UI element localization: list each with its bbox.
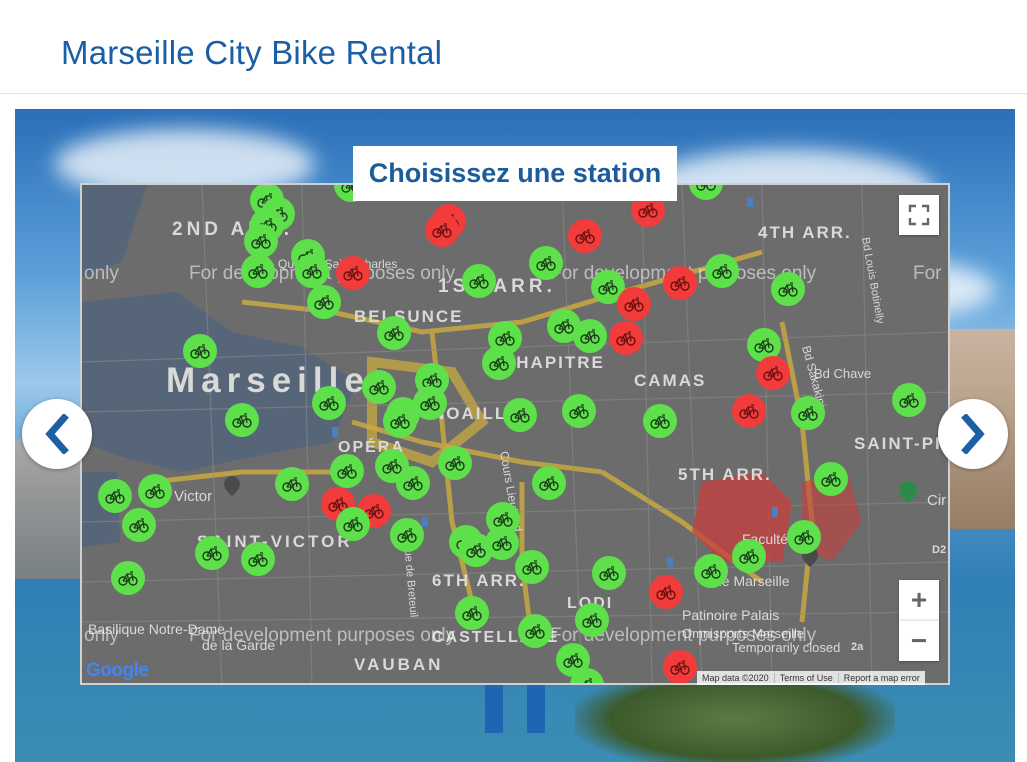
station-marker-available[interactable] [244,224,278,258]
transit-marker-icon [422,517,428,527]
station-marker-available[interactable] [122,508,156,542]
station-marker-unavailable[interactable] [732,394,766,428]
label-district-1: 1ST ARR. [438,276,556,297]
station-marker-available[interactable] [575,603,609,637]
zoom-out-button[interactable]: − [899,620,939,661]
station-marker-available[interactable] [732,539,766,573]
station-marker-available[interactable] [183,334,217,368]
station-marker-unavailable[interactable] [663,650,697,684]
carousel-prev-button[interactable] [22,399,92,469]
station-marker-available[interactable] [485,526,519,560]
station-marker-unavailable[interactable] [756,356,790,390]
station-marker-unavailable[interactable] [663,266,697,300]
station-marker-available[interactable] [532,466,566,500]
map-canvas[interactable]: 2ND ARR. 1ST ARR. 4TH ARR. 5TH ARR. 6TH … [82,185,950,685]
station-marker-available[interactable] [771,272,805,306]
station-marker-available[interactable] [377,316,411,350]
station-marker-available[interactable] [295,254,329,288]
label-chapitre: CHAPITRE [502,353,605,372]
watermark-fragment: only [84,263,119,284]
station-marker-available[interactable] [694,554,728,588]
label-belsunce: BELSUNCE [354,307,464,326]
station-marker-available[interactable] [241,254,275,288]
station-marker-available[interactable] [438,446,472,480]
pause-icon[interactable] [485,677,545,733]
transit-marker-icon [747,197,753,207]
label-district-5: 5TH ARR. [678,465,772,484]
station-marker-available[interactable] [455,596,489,630]
attribution-map-data: Map data ©2020 [702,673,769,683]
fullscreen-icon [908,204,930,226]
carousel-next-button[interactable] [938,399,1008,469]
station-marker-available[interactable] [814,462,848,496]
station-marker-available[interactable] [111,561,145,595]
station-marker-available[interactable] [562,394,596,428]
chevron-left-icon [45,414,69,454]
app-header: Marseille City Bike Rental [0,0,1027,94]
station-marker-available[interactable] [312,386,346,420]
station-marker-available[interactable] [705,254,739,288]
station-marker-unavailable[interactable] [336,256,370,290]
attribution-report-link[interactable]: Report a map error [837,673,925,683]
station-marker-available[interactable] [791,396,825,430]
label-district-6: 6TH ARR. [432,571,526,590]
station-marker-available[interactable] [573,319,607,353]
google-logo: Google [86,660,149,682]
station-marker-available[interactable] [241,542,275,576]
watermark-fragment: For [913,263,942,284]
page-title: Marseille City Bike Rental [61,34,443,71]
station-marker-available[interactable] [643,404,677,438]
station-marker-unavailable[interactable] [568,219,602,253]
station-marker-available[interactable] [892,383,926,417]
label-camas: CAMAS [634,371,706,390]
station-marker-available[interactable] [482,346,516,380]
station-marker-available[interactable] [330,454,364,488]
watermark: For development purposes only [189,625,456,646]
label-r2a: 2a [851,641,864,653]
station-marker-available[interactable] [518,614,552,648]
station-marker-available[interactable] [515,550,549,584]
label-victor: Victor [174,488,212,505]
station-marker-available[interactable] [98,479,132,513]
station-marker-unavailable[interactable] [649,575,683,609]
transit-marker-icon [772,507,778,517]
station-marker-unavailable[interactable] [609,321,643,355]
station-marker-available[interactable] [503,398,537,432]
transit-marker-icon [667,557,673,567]
station-marker-available[interactable] [383,404,417,438]
station-marker-available[interactable] [529,246,563,280]
station-marker-available[interactable] [307,285,341,319]
label-vauban: VAUBAN [354,655,443,674]
map-title: Choisissez une station [353,146,677,201]
map-attribution: Map data ©2020 Terms of Use Report a map… [697,671,925,685]
station-marker-available[interactable] [362,370,396,404]
google-logo-text: Google [86,660,149,681]
station-marker-unavailable[interactable] [617,287,651,321]
zoom-in-button[interactable]: + [899,580,939,620]
station-marker-unavailable[interactable] [425,213,459,247]
station-marker-available[interactable] [275,467,309,501]
station-marker-available[interactable] [138,474,172,508]
chevron-right-icon [961,414,985,454]
transit-marker-icon [332,427,338,437]
station-marker-available[interactable] [195,536,229,570]
label-saint-pierre: SAINT-PI [854,434,942,453]
station-marker-available[interactable] [462,264,496,298]
label-patinoire: Patinoire Palais [682,607,779,623]
attribution-terms-link[interactable]: Terms of Use [773,673,838,683]
label-district-4: 4TH ARR. [758,223,852,242]
label-circuit: Cir [927,492,946,509]
station-marker-available[interactable] [592,556,626,590]
station-marker-available[interactable] [396,466,430,500]
station-marker-available[interactable] [336,507,370,541]
station-map[interactable]: 2ND ARR. 1ST ARR. 4TH ARR. 5TH ARR. 6TH … [80,183,950,685]
label-d2: D2 [932,544,946,556]
fullscreen-button[interactable] [899,195,939,235]
station-marker-available[interactable] [390,518,424,552]
station-marker-available[interactable] [787,520,821,554]
station-marker-available[interactable] [225,403,259,437]
watermark-fragment: only [84,625,119,646]
